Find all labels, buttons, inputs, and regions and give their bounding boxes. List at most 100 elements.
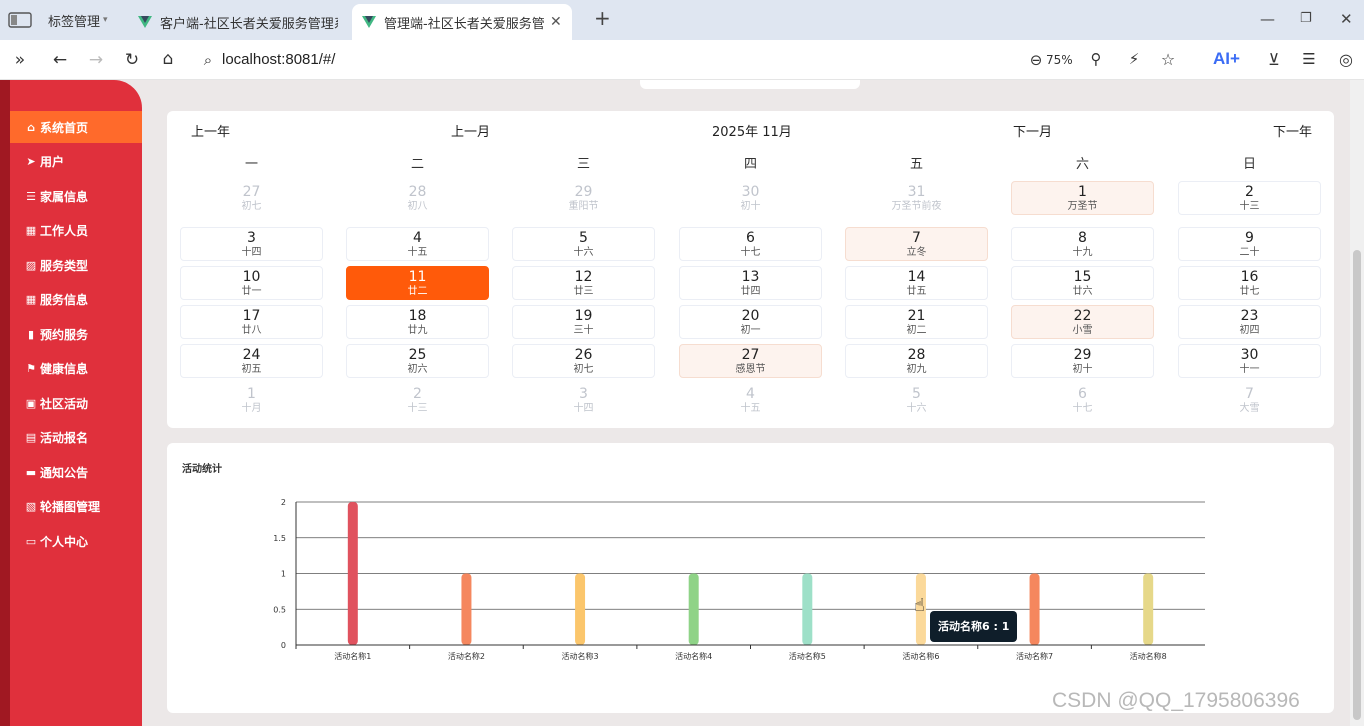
calendar-day[interactable]: 20 初一 [679,305,822,339]
calendar-day[interactable]: 2 十三 [1178,181,1321,215]
restore-icon[interactable]: ❐ [1300,11,1312,26]
sidebar-item-label: 轮播图管理 [40,499,101,514]
key-icon[interactable]: ⚲ [1086,50,1106,68]
calendar-day[interactable]: 26 初七 [512,344,655,378]
lunar-date: 二十 [1239,247,1260,258]
calendar-day[interactable]: 7 立冬 [845,227,988,261]
calendar-day[interactable]: 17 廿八 [180,305,323,339]
calendar-day[interactable]: 5 十六 [512,227,655,261]
calendar-day[interactable]: 4 十五 [346,227,489,261]
sidebar-item-notice[interactable]: ▬ 通知公告 [10,456,142,488]
calendar-day[interactable]: 12 廿三 [512,266,655,300]
prev-year-button[interactable]: 上一年 [191,121,230,140]
vue-logo-icon [362,16,376,28]
calendar-day[interactable]: 21 初二 [845,305,988,339]
new-tab-icon[interactable]: + [594,6,611,30]
calendar-day[interactable]: 1 万圣节 [1011,181,1154,215]
minimize-icon[interactable]: — [1260,10,1275,28]
browser-tab-admin[interactable]: 管理端-社区长者关爱服务管理 ✕ [352,4,572,40]
sidebar-item-signup[interactable]: ▤ 活动报名 [10,421,142,453]
calendar-day[interactable]: 27 感恩节 [679,344,822,378]
calendar-day[interactable]: 4 十五 [679,383,822,417]
calendar-day[interactable]: 31 万圣节前夜 [845,181,988,215]
zoom-out-icon[interactable]: ⊖ [1026,51,1046,69]
calendar-day[interactable]: 9 二十 [1178,227,1321,261]
ai-button[interactable]: AI+ [1213,49,1240,69]
calendar-day-today[interactable]: 11 廿二 [346,266,489,300]
calendar-day[interactable]: 13 廿四 [679,266,822,300]
back-icon[interactable]: ← [50,50,70,70]
calendar-day[interactable]: 3 十四 [512,383,655,417]
lightning-icon[interactable]: ⚡ [1124,50,1144,68]
lunar-date: 初一 [740,325,761,336]
tab-group-menu[interactable]: 标签管理 ▾ [48,8,108,32]
calendar-day[interactable]: 23 初四 [1178,305,1321,339]
sidebar-item-booking[interactable]: ▮ 预约服务 [10,318,142,350]
lunar-date: 十六 [906,403,927,414]
calendar-day[interactable]: 16 廿七 [1178,266,1321,300]
calendar-day[interactable]: 6 十七 [679,227,822,261]
calendar-day[interactable]: 30 初十 [679,181,822,215]
sidebar-item-user[interactable]: ➤ 用户 [10,145,142,177]
extensions-icon[interactable]: ◎ [1336,50,1356,69]
calendar-day[interactable]: 1 十月 [180,383,323,417]
sidebar-toggle-icon[interactable] [8,8,32,32]
calendar-day[interactable]: 6 十七 [1011,383,1154,417]
sidebar-item-service-info[interactable]: ▦ 服务信息 [10,283,142,315]
scrollbar-thumb[interactable] [1353,250,1361,720]
sidebar-item-service-type[interactable]: ▨ 服务类型 [10,249,142,281]
watermark: CSDN @QQ_1795806396 [1052,689,1300,712]
prev-month-button[interactable]: 上一月 [451,121,490,140]
day-number: 26 [574,347,593,363]
page-scrollbar[interactable] [1350,80,1364,726]
sidebar-item-staff[interactable]: ▦ 工作人员 [10,214,142,246]
calendar-day[interactable]: 14 廿五 [845,266,988,300]
double-chevron-icon[interactable]: » [10,50,30,70]
sidebar-item-carousel[interactable]: ▧ 轮播图管理 [10,490,142,522]
star-icon[interactable]: ☆ [1158,50,1178,69]
calendar-day[interactable]: 27 初七 [180,181,323,215]
browser-tab-client[interactable]: 客户端-社区长者关爱服务管理系 [128,4,348,40]
sidebar-item-family[interactable]: ☰ 家属信息 [10,180,142,212]
day-number: 21 [907,308,926,324]
download-icon[interactable]: ⊻ [1264,50,1284,69]
sidebar-item-health[interactable]: ⚑ 健康信息 [10,352,142,384]
day-number: 9 [1245,230,1254,246]
sidebar-item-profile[interactable]: ▭ 个人中心 [10,525,142,557]
calendar-day[interactable]: 7 大雪 [1178,383,1321,417]
calendar-day[interactable]: 25 初六 [346,344,489,378]
calendar-day[interactable]: 29 初十 [1011,344,1154,378]
day-number: 24 [242,347,261,363]
home-icon[interactable]: ⌂ [158,49,178,69]
lunar-date: 万圣节前夜 [891,201,942,212]
calendar-day[interactable]: 28 初九 [845,344,988,378]
close-icon[interactable]: ✕ [550,14,562,30]
calendar-day[interactable]: 22 小雪 [1011,305,1154,339]
day-number: 23 [1240,308,1259,324]
close-window-icon[interactable]: ✕ [1340,10,1353,28]
calendar-day[interactable]: 30 十一 [1178,344,1321,378]
browser-tab-bar: 标签管理 ▾ 客户端-社区长者关爱服务管理系 管理端-社区长者关爱服务管理 ✕ … [0,0,1364,40]
calendar-day[interactable]: 2 十三 [346,383,489,417]
calendar-day[interactable]: 3 十四 [180,227,323,261]
calendar-day[interactable]: 5 十六 [845,383,988,417]
lunar-date: 十三 [407,403,428,414]
reload-icon[interactable]: ↻ [122,50,142,70]
calendar-day[interactable]: 8 十九 [1011,227,1154,261]
lunar-date: 十四 [241,247,262,258]
calendar-day[interactable]: 15 廿六 [1011,266,1154,300]
calendar-day[interactable]: 24 初五 [180,344,323,378]
forward-icon[interactable]: → [86,50,106,70]
calendar-day[interactable]: 28 初八 [346,181,489,215]
sidebar-item-home[interactable]: ⌂ 系统首页 [10,111,142,143]
collections-icon[interactable]: ☰ [1299,50,1319,68]
sidebar-item-activity[interactable]: ▣ 社区活动 [10,387,142,419]
url-input[interactable]: localhost:8081/#/ [222,51,335,68]
calendar-day[interactable]: 18 廿九 [346,305,489,339]
calendar-day[interactable]: 10 廿一 [180,266,323,300]
next-month-button[interactable]: 下一月 [1013,121,1052,140]
next-year-button[interactable]: 下一年 [1273,121,1312,140]
calendar-day[interactable]: 19 三十 [512,305,655,339]
calendar-day[interactable]: 29 重阳节 [512,181,655,215]
y-tick-label: 1 [281,570,286,579]
